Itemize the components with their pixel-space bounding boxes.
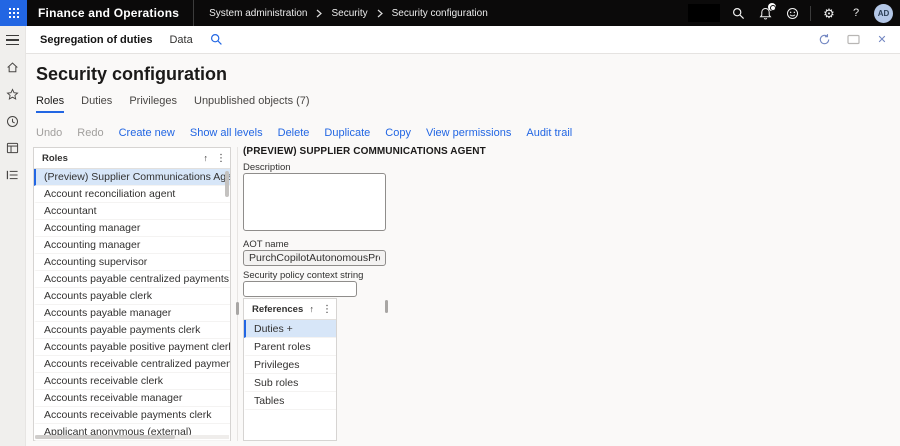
selected-role-header: (PREVIEW) SUPPLIER COMMUNICATIONS AGENT (243, 146, 486, 157)
notification-badge (768, 3, 776, 11)
app-launcher-button[interactable] (0, 0, 27, 26)
topbar-icon-divider (810, 6, 811, 21)
settings-gear-icon[interactable]: ⚙ (820, 4, 838, 22)
role-row[interactable]: Accounts payable payments clerk (34, 322, 230, 339)
roles-grid: Roles ↑ ⋮ (Preview) Supplier Communicati… (33, 147, 231, 441)
breadcrumb-item[interactable]: Security (331, 8, 367, 19)
role-row[interactable]: Accounts receivable payments clerk (34, 407, 230, 424)
reference-row[interactable]: Tables (244, 392, 336, 410)
panel-splitter (237, 147, 238, 441)
roles-column-header[interactable]: Roles (42, 153, 68, 164)
roles-grid-body: (Preview) Supplier Communications Agent … (34, 169, 230, 441)
chevron-right-icon (377, 9, 383, 18)
column-more-options-icon[interactable]: ⋮ (322, 304, 332, 315)
page-tab[interactable]: Duties (81, 95, 112, 113)
page-tab[interactable]: Unpublished objects (7) (194, 95, 310, 113)
form-search-icon[interactable] (210, 33, 223, 46)
references-column-header[interactable]: References (252, 304, 303, 315)
search-icon[interactable] (729, 4, 747, 22)
role-row[interactable]: Accounts payable centralized payments cl… (34, 271, 230, 288)
role-row[interactable]: Accounts payable manager (34, 305, 230, 322)
splitter-grip[interactable] (385, 300, 388, 313)
breadcrumb: System administration Security Security … (209, 8, 488, 19)
feedback-smiley-icon[interactable] (783, 4, 801, 22)
role-row[interactable]: Accounts receivable centralized payments… (34, 356, 230, 373)
app-title[interactable]: Finance and Operations (38, 6, 193, 20)
page-tabs: Roles Duties Privileges Unpublished obje… (36, 95, 310, 113)
toolbar-button[interactable]: Undo (36, 127, 62, 139)
avatar[interactable]: AD (874, 4, 893, 23)
toolbar-button[interactable]: Show all levels (190, 127, 263, 139)
aot-name-label: AOT name (243, 239, 289, 250)
roles-grid-header: Roles ↑ ⋮ (34, 148, 230, 169)
action-toolbar: Undo Redo Create new Show all levels Del… (36, 127, 572, 139)
close-icon[interactable]: ✕ (874, 32, 890, 48)
refresh-icon[interactable] (816, 32, 832, 48)
role-row[interactable]: Accounting supervisor (34, 254, 230, 271)
reference-row[interactable]: Sub roles (244, 374, 336, 392)
breadcrumb-item[interactable]: Security configuration (392, 8, 488, 19)
appbar-tabs: Segregation of duties Data (40, 34, 193, 46)
toolbar-button[interactable]: Create new (119, 127, 175, 139)
sort-ascending-icon[interactable]: ↑ (204, 153, 209, 163)
toolbar-button[interactable]: Audit trail (526, 127, 572, 139)
description-field[interactable] (243, 173, 386, 231)
topbar-divider (193, 0, 194, 26)
nav-sidebar (0, 26, 26, 446)
appbar-tab[interactable]: Segregation of duties (40, 34, 152, 46)
toolbar-button[interactable]: Delete (278, 127, 310, 139)
column-more-options-icon[interactable]: ⋮ (216, 153, 226, 164)
role-row[interactable]: Accountant (34, 203, 230, 220)
security-policy-field[interactable] (243, 281, 357, 297)
home-icon[interactable] (6, 60, 20, 74)
reference-row[interactable]: Privileges (244, 356, 336, 374)
role-row[interactable]: Accounts receivable manager (34, 390, 230, 407)
sort-ascending-icon[interactable]: ↑ (310, 304, 315, 314)
reference-row[interactable]: Duties + (244, 320, 336, 338)
notifications-bell-icon[interactable] (756, 4, 774, 22)
breadcrumb-item[interactable]: System administration (209, 8, 307, 19)
environment-label-redacted (688, 4, 720, 22)
role-row[interactable]: Accounting manager (34, 220, 230, 237)
modules-list-icon[interactable] (6, 168, 20, 182)
waffle-icon (9, 8, 19, 18)
role-row[interactable]: Accounts payable clerk (34, 288, 230, 305)
toolbar-button[interactable]: Duplicate (324, 127, 370, 139)
appbar: Segregation of duties Data ✕ (26, 26, 900, 54)
role-row[interactable]: Account reconciliation agent (34, 186, 230, 203)
roles-vertical-scrollbar[interactable] (225, 171, 229, 197)
page-tab[interactable]: Privileges (129, 95, 177, 113)
workspaces-icon[interactable] (6, 141, 20, 155)
reference-row[interactable]: Parent roles (244, 338, 336, 356)
references-grid: References ↑ ⋮ Duties + Parent roles Pri… (243, 298, 337, 441)
aot-name-field[interactable] (243, 250, 386, 266)
page-title: Security configuration (36, 64, 227, 85)
appbar-tab[interactable]: Data (169, 34, 192, 46)
role-row[interactable]: Accounts payable positive payment clerk (34, 339, 230, 356)
open-in-new-window-icon[interactable] (845, 32, 861, 48)
content-area: Security configuration Roles Duties Priv… (26, 54, 900, 446)
expand-nav-hamburger-icon[interactable] (6, 33, 20, 47)
role-row[interactable]: Accounting manager (34, 237, 230, 254)
security-policy-label: Security policy context string (243, 270, 363, 281)
role-row[interactable]: (Preview) Supplier Communications Agent (34, 169, 230, 186)
references-grid-body: Duties + Parent roles Privileges Sub rol… (244, 320, 336, 410)
toolbar-button[interactable]: Copy (385, 127, 411, 139)
toolbar-button[interactable]: Redo (77, 127, 103, 139)
description-label: Description (243, 162, 291, 173)
page-tab[interactable]: Roles (36, 95, 64, 113)
splitter-grip[interactable] (236, 302, 239, 315)
help-icon[interactable]: ? (847, 4, 865, 22)
recent-clock-icon[interactable] (6, 114, 20, 128)
toolbar-button[interactable]: View permissions (426, 127, 511, 139)
topbar: Finance and Operations System administra… (0, 0, 900, 26)
references-grid-header: References ↑ ⋮ (244, 299, 336, 320)
role-row[interactable]: Accounts receivable clerk (34, 373, 230, 390)
chevron-right-icon (316, 9, 322, 18)
favorites-star-icon[interactable] (6, 87, 20, 101)
roles-horizontal-scrollbar[interactable] (35, 435, 229, 439)
